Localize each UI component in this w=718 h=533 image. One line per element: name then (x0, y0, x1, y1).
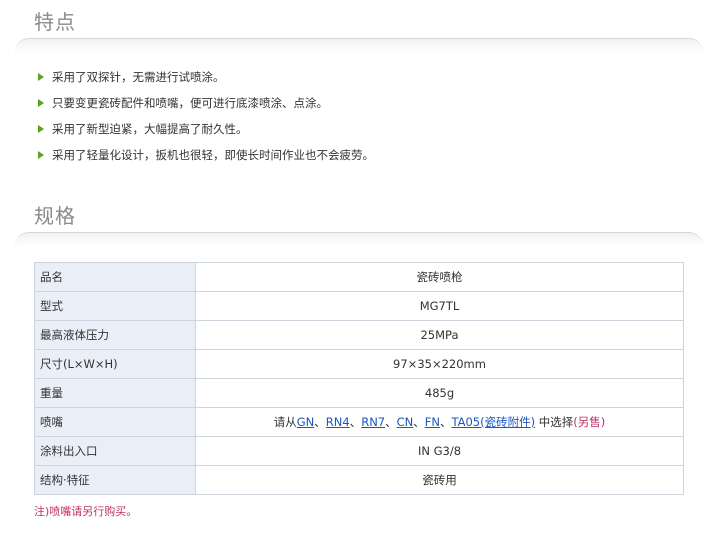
spec-value: 25MPa (195, 320, 684, 350)
table-row: 结构·特征 瓷砖用 (34, 465, 684, 495)
spec-divider (15, 232, 703, 247)
nozzle-link-ta05[interactable]: TA05(瓷砖附件) (451, 415, 535, 429)
feature-item: 采用了新型迫紧，大幅提高了耐久性。 (38, 122, 374, 148)
nozzle-suffix: 中选择 (538, 415, 574, 429)
spec-value: IN G3/8 (195, 436, 684, 466)
spec-title: 规格 (34, 204, 76, 228)
footnote: 注)喷嘴请另行购买。 (34, 505, 138, 518)
nozzle-link-rn7[interactable]: RN7 (361, 415, 385, 429)
nozzle-prefix: 请从 (273, 415, 297, 429)
separator: 、 (413, 415, 425, 429)
nozzle-link-cn[interactable]: CN (397, 415, 414, 429)
nozzle-link-rn4[interactable]: RN4 (326, 415, 350, 429)
separator: 、 (349, 415, 362, 429)
features-title: 特点 (34, 10, 76, 34)
spec-label: 结构·特征 (34, 465, 196, 495)
feature-text: 采用了新型迫紧，大幅提高了耐久性。 (52, 122, 248, 136)
triangle-bullet-icon (38, 73, 44, 81)
features-divider (15, 38, 703, 53)
feature-list: 采用了双探针，无需进行试喷涂。 只要变更瓷砖配件和喷嘴，便可进行底漆喷涂、点涂。… (38, 70, 374, 174)
spec-table: 品名 瓷砖喷枪 型式 MG7TL 最高液体压力 25MPa 尺寸(L×W×H) … (34, 262, 684, 495)
spec-label: 尺寸(L×W×H) (34, 349, 196, 379)
sold-separately-note: (另售) (573, 415, 606, 429)
feature-item: 采用了双探针，无需进行试喷涂。 (38, 70, 374, 96)
spec-value: 瓷砖喷枪 (195, 262, 684, 292)
nozzle-link-gn[interactable]: GN (297, 415, 315, 429)
separator: 、 (439, 415, 452, 429)
separator: 、 (314, 415, 326, 429)
spec-value: 瓷砖用 (195, 465, 684, 495)
spec-value: 485g (195, 378, 684, 408)
spec-value: 97×35×220mm (195, 349, 684, 379)
table-row: 品名 瓷砖喷枪 (34, 262, 684, 292)
triangle-bullet-icon (38, 125, 44, 133)
nozzle-value: 请从GN、RN4、RN7、CN、FN、TA05(瓷砖附件) 中选择(另售) (195, 407, 684, 437)
spec-label: 重量 (34, 378, 196, 408)
spec-label: 品名 (34, 262, 196, 292)
spec-label: 型式 (34, 291, 196, 321)
spec-value: MG7TL (195, 291, 684, 321)
table-row: 型式 MG7TL (34, 291, 684, 321)
feature-item: 只要变更瓷砖配件和喷嘴，便可进行底漆喷涂、点涂。 (38, 96, 374, 122)
separator: 、 (385, 415, 397, 429)
triangle-bullet-icon (38, 151, 44, 159)
triangle-bullet-icon (38, 99, 44, 107)
feature-item: 采用了轻量化设计，扳机也很轻，即使长时间作业也不会疲劳。 (38, 148, 374, 174)
table-row: 涂料出入口 IN G3/8 (34, 436, 684, 466)
nozzle-link-fn[interactable]: FN (425, 415, 440, 429)
table-row: 重量 485g (34, 378, 684, 408)
table-row: 尺寸(L×W×H) 97×35×220mm (34, 349, 684, 379)
feature-text: 采用了轻量化设计，扳机也很轻，即使长时间作业也不会疲劳。 (52, 148, 374, 162)
table-row: 最高液体压力 25MPa (34, 320, 684, 350)
table-row: 喷嘴 请从GN、RN4、RN7、CN、FN、TA05(瓷砖附件) 中选择(另售) (34, 407, 684, 437)
spec-label: 喷嘴 (34, 407, 196, 437)
spec-label: 涂料出入口 (34, 436, 196, 466)
spec-label: 最高液体压力 (34, 320, 196, 350)
feature-text: 采用了双探针，无需进行试喷涂。 (52, 70, 225, 84)
feature-text: 只要变更瓷砖配件和喷嘴，便可进行底漆喷涂、点涂。 (52, 96, 328, 110)
